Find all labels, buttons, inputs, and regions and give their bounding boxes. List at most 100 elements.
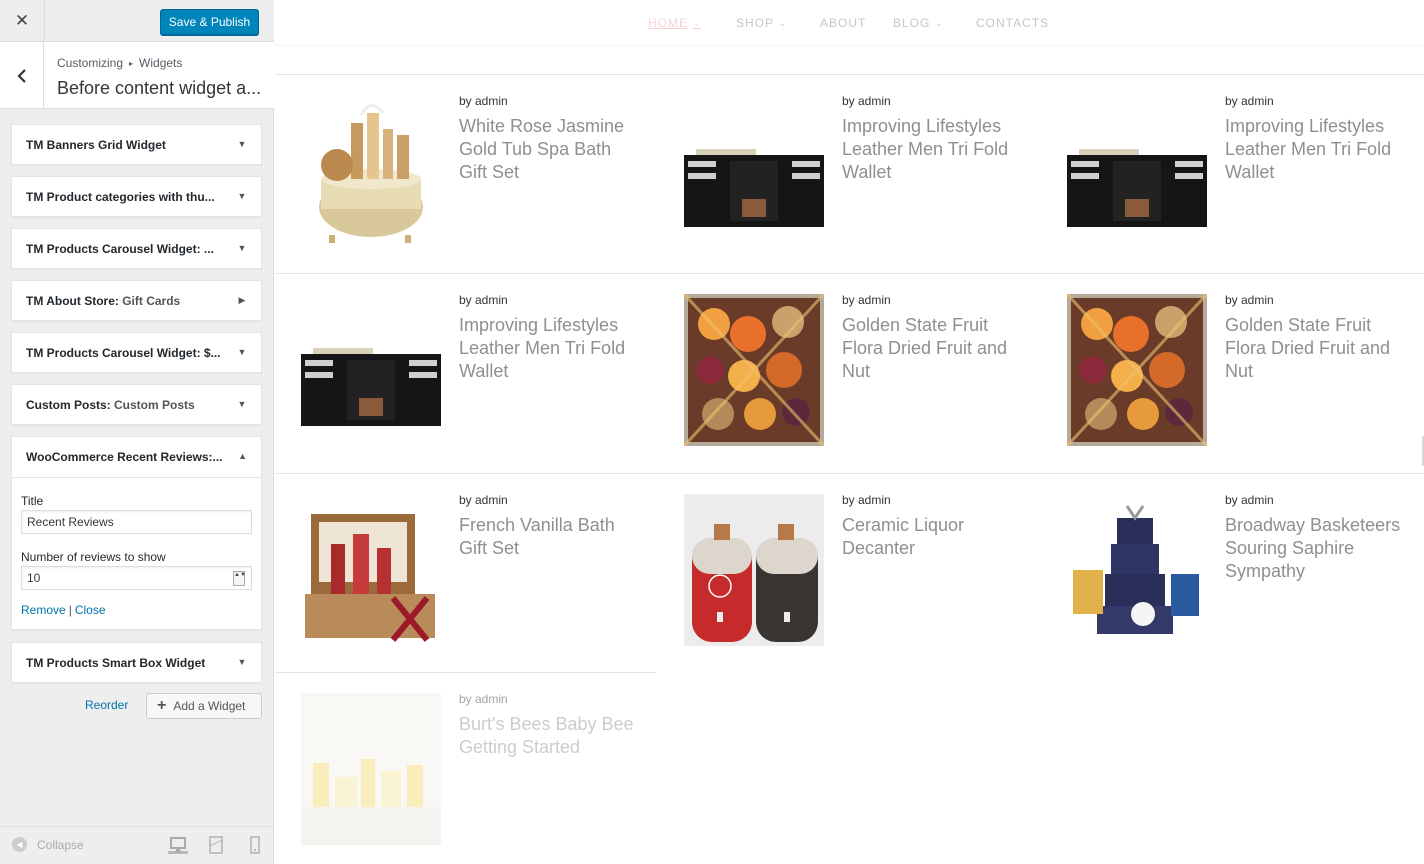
post-card: by admin White Rose Jasmine Gold Tub Spa… — [275, 75, 658, 247]
wallet-image[interactable] — [301, 294, 441, 446]
expand-arrow-icon[interactable]: ▼ — [237, 191, 247, 201]
expand-arrow-icon[interactable]: ▼ — [237, 399, 247, 409]
widget-products-carousel-1[interactable]: TM Products Carousel Widget: ... ▼ — [11, 228, 262, 269]
widget-title: TM Products Smart Box Widget — [26, 656, 206, 670]
customizer-footer: ◀ Collapse — [0, 826, 274, 864]
nav-item-about[interactable]: ABOUT — [820, 16, 866, 30]
widget-title: TM Products Carousel Widget: ... — [26, 242, 214, 256]
post-title-link[interactable]: Improving Lifestyles Leather Men Tri Fol… — [459, 314, 639, 383]
number-spinner-icon[interactable]: ▲▼ — [233, 571, 246, 586]
widget-custom-posts[interactable]: Custom Posts: Custom Posts ▼ — [11, 384, 262, 425]
site-preview: HOME ⌄ SHOP ⌄ ABOUT BLOG ⌄ CONTACTS by admi… — [275, 0, 1424, 864]
nav-item-shop[interactable]: SHOP ⌄ — [736, 16, 787, 30]
post-title-link[interactable]: Improving Lifestyles Leather Men Tri Fol… — [842, 115, 1022, 184]
widget-smart-box[interactable]: TM Products Smart Box Widget ▼ — [11, 642, 262, 683]
post-title-link[interactable]: Improving Lifestyles Leather Men Tri Fol… — [1225, 115, 1405, 184]
post-title-link[interactable]: Golden State Fruit Flora Dried Fruit and… — [1225, 314, 1405, 383]
expand-arrow-icon[interactable]: ▼ — [237, 657, 247, 667]
customizer-header: ✕ Save & Publish — [0, 0, 274, 42]
vanilla-bath-image[interactable] — [301, 494, 441, 646]
nav-item-home[interactable]: HOME ⌄ — [648, 16, 701, 30]
post-author: by admin — [459, 692, 508, 706]
breadcrumb-parent: Customizing — [57, 56, 124, 70]
post-author: by admin — [1225, 293, 1274, 307]
review-count-input[interactable]: 10 ▲▼ — [21, 566, 252, 590]
expand-arrow-icon[interactable]: ▼ — [237, 243, 247, 253]
widget-recent-reviews-expanded: WooCommerce Recent Reviews:... ▲ Title N… — [11, 436, 262, 630]
title-input[interactable] — [21, 510, 252, 534]
expand-arrow-icon[interactable]: ▼ — [237, 347, 247, 357]
gift-tower-image[interactable] — [1067, 494, 1207, 646]
collapse-arrow-icon: ◀ — [12, 837, 27, 852]
add-widget-label: Add a Widget — [173, 699, 246, 713]
post-title-link[interactable]: French Vanilla Bath Gift Set — [459, 514, 639, 560]
nav-item-blog[interactable]: BLOG ⌄ — [893, 16, 943, 30]
post-author: by admin — [459, 293, 508, 307]
collapse-label: Collapse — [37, 837, 84, 852]
remove-widget-link[interactable]: Remove — [21, 603, 66, 617]
post-title-link[interactable]: Golden State Fruit Flora Dried Fruit and… — [842, 314, 1022, 383]
desktop-icon — [170, 837, 186, 853]
post-author: by admin — [842, 94, 891, 108]
widget-title: TM Product categories with thu... — [26, 190, 215, 204]
widget-about-store[interactable]: TM About Store: Gift Cards ▶ — [11, 280, 262, 321]
post-author: by admin — [842, 293, 891, 307]
widget-title: Custom Posts: Custom Posts — [26, 398, 195, 412]
widget-banners-grid[interactable]: TM Banners Grid Widget ▼ — [11, 124, 262, 165]
desktop-preview-button[interactable] — [168, 836, 188, 854]
widget-actions: Remove | Close — [21, 603, 106, 617]
post-card: by admin Burt's Bees Baby Bee Getting St… — [275, 673, 658, 845]
widget-title: TM Banners Grid Widget — [26, 138, 166, 152]
collapse-button[interactable]: ◀ Collapse — [12, 837, 84, 852]
back-button[interactable] — [0, 42, 44, 109]
chevron-down-icon: ⌄ — [693, 19, 701, 28]
title-field-label: Title — [21, 494, 44, 508]
spa-tub-gift-image[interactable] — [301, 95, 441, 247]
widget-recent-reviews-header[interactable]: WooCommerce Recent Reviews:... ▲ — [12, 437, 261, 478]
expand-arrow-icon[interactable]: ▼ — [237, 139, 247, 149]
add-widget-button[interactable]: + Add a Widget — [146, 693, 262, 719]
widget-product-categories[interactable]: TM Product categories with thu... ▼ — [11, 176, 262, 217]
widget-products-carousel-2[interactable]: TM Products Carousel Widget: $... ▼ — [11, 332, 262, 373]
wallet-image[interactable] — [1067, 95, 1207, 247]
post-card: by admin Improving Lifestyles Leather Me… — [658, 75, 1041, 247]
close-icon: ✕ — [14, 11, 30, 30]
close-customizer-button[interactable]: ✕ — [0, 0, 45, 42]
post-title-link[interactable]: Ceramic Liquor Decanter — [842, 514, 1022, 560]
chevron-down-icon: ⌄ — [779, 19, 787, 28]
main-navigation: HOME ⌄ SHOP ⌄ ABOUT BLOG ⌄ CONTACTS — [275, 0, 1424, 44]
customizer-sidebar: ✕ Save & Publish Customizing ▸ Widgets Bef… — [0, 0, 274, 864]
dried-fruit-image[interactable] — [1065, 292, 1209, 448]
widget-title: WooCommerce Recent Reviews:... — [26, 450, 223, 464]
post-author: by admin — [842, 493, 891, 507]
section-title: Before content widget a... — [57, 78, 262, 98]
tablet-icon — [209, 836, 223, 854]
action-separator: | — [68, 603, 72, 617]
post-author: by admin — [459, 94, 508, 108]
close-widget-link[interactable]: Close — [75, 603, 106, 617]
dried-fruit-image[interactable] — [682, 292, 826, 448]
wallet-image[interactable] — [684, 95, 824, 247]
decanter-image[interactable] — [684, 494, 824, 646]
save-publish-button[interactable]: Save & Publish — [160, 9, 259, 35]
post-card: by admin Golden State Fruit Flora Dried … — [658, 274, 1041, 448]
widget-title: TM About Store: Gift Cards — [26, 294, 181, 308]
nav-item-contacts[interactable]: CONTACTS — [976, 16, 1049, 30]
post-title-link[interactable]: Broadway Basketeers Souring Saphire Symp… — [1225, 514, 1405, 583]
review-count-value: 10 — [27, 571, 41, 585]
expand-arrow-icon[interactable]: ▶ — [237, 295, 247, 305]
chevron-down-icon: ⌄ — [935, 19, 944, 28]
post-author: by admin — [1225, 493, 1274, 507]
plus-icon: + — [157, 697, 167, 714]
collapse-arrow-icon[interactable]: ▲ — [238, 451, 247, 461]
chevron-left-icon — [16, 68, 26, 83]
post-author: by admin — [459, 493, 508, 507]
post-title-link[interactable]: White Rose Jasmine Gold Tub Spa Bath Gif… — [459, 115, 639, 184]
mobile-preview-button[interactable] — [245, 836, 265, 854]
post-card: by admin Broadway Basketeers Souring Sap… — [1041, 474, 1424, 646]
reorder-link[interactable]: Reorder — [85, 698, 128, 712]
baby-bee-image[interactable] — [301, 693, 441, 845]
tablet-preview-button[interactable] — [206, 836, 226, 854]
widget-title: TM Products Carousel Widget: $... — [26, 346, 221, 360]
post-title-link[interactable]: Burt's Bees Baby Bee Getting Started — [459, 713, 639, 759]
